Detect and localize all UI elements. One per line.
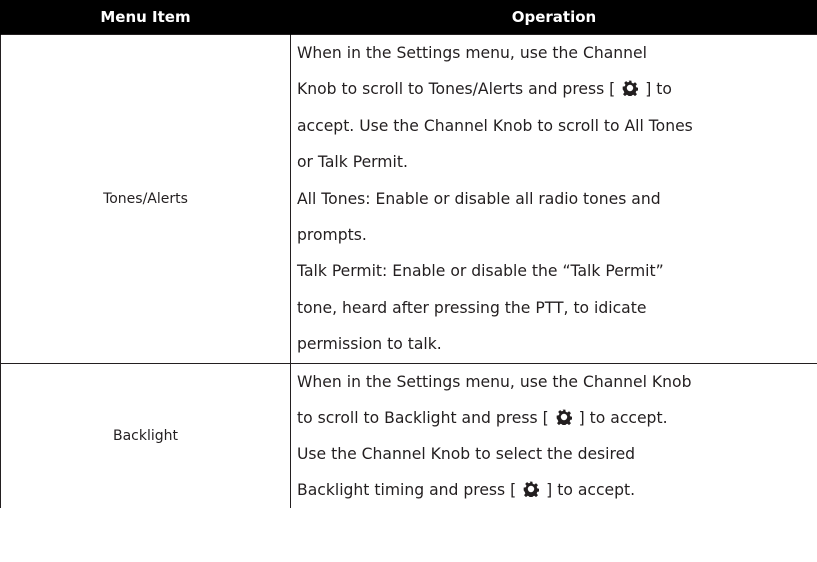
operation-line: Use the Channel Knob to select the desir… (297, 444, 636, 463)
operation-line: Talk Permit: Enable or disable the “Talk… (297, 262, 664, 281)
menu-operation-table: Menu Item Operation Tones/Alerts When in… (0, 0, 817, 508)
operation-line: All Tones: Enable or disable all radio t… (297, 189, 661, 208)
operation-line: accept. Use the Channel Knob to scroll t… (297, 116, 693, 135)
gear-icon (523, 481, 540, 497)
operation-line: to scroll to Backlight and press [ ] to … (297, 408, 668, 427)
table-row-backlight: Backlight When in the Settings menu, use… (0, 362, 817, 508)
operation-cell: When in the Settings menu, use the Chann… (290, 362, 817, 508)
table-header-row: Menu Item Operation (0, 0, 817, 35)
header-operation: Operation (290, 0, 817, 35)
operation-line: permission to talk. (297, 335, 442, 354)
operation-line: prompts. (297, 225, 367, 244)
table-row-tones-alerts: Tones/Alerts When in the Settings menu, … (0, 34, 817, 364)
gear-icon (622, 81, 639, 97)
operation-line: tone, heard after pressing the PTT, to i… (297, 298, 647, 317)
menu-item-cell: Tones/Alerts (0, 34, 291, 364)
operation-cell: When in the Settings menu, use the Chann… (290, 34, 817, 364)
operation-line: or Talk Permit. (297, 153, 408, 172)
operation-line: Backlight timing and press [ ] to accept… (297, 480, 636, 499)
operation-line: When in the Settings menu, use the Chann… (297, 372, 692, 391)
operation-line: When in the Settings menu, use the Chann… (297, 44, 647, 62)
header-menu-item: Menu Item (0, 0, 291, 35)
menu-item-cell: Backlight (0, 362, 291, 508)
operation-line: Knob to scroll to Tones/Alerts and press… (297, 80, 672, 99)
gear-icon (556, 409, 572, 425)
